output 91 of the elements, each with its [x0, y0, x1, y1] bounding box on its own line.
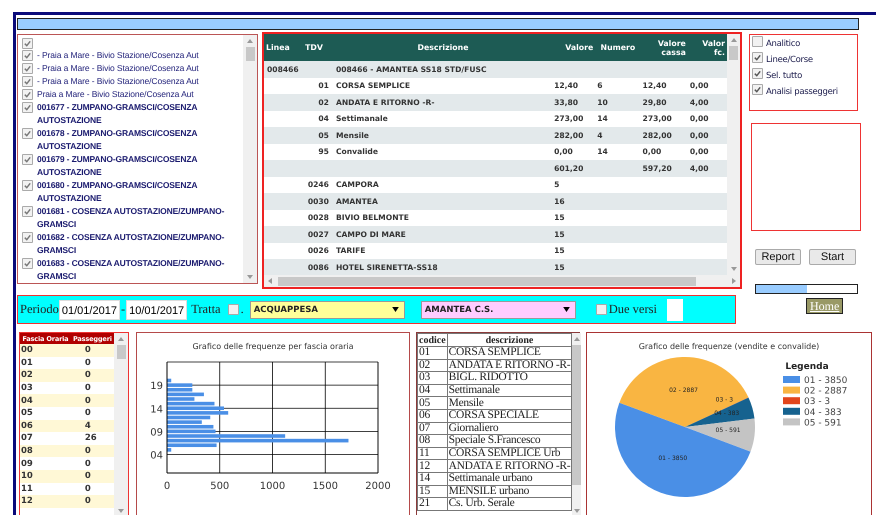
tick-label: 500: [210, 481, 230, 492]
table-cell: Giornaliero: [448, 422, 498, 434]
table-cell: 01: [419, 346, 430, 358]
table-cell: MENSILE urbano: [448, 484, 530, 497]
table-cell: 04: [419, 384, 430, 396]
chart-title: Grafico delle frequenze per fascia oraria: [192, 342, 354, 351]
table-cell: Speciale S.Francesco: [448, 434, 540, 446]
table-cell: 0: [84, 383, 91, 394]
table-cell: 15: [419, 484, 430, 497]
table-cell: 08: [21, 446, 33, 456]
table-cell: 0: [84, 345, 91, 356]
table-cell: 10: [21, 471, 33, 482]
route-label: 001682 - COSENZA AUTOSTAZIONE/ZUMPANO-GRAMSCI: [37, 231, 226, 257]
tick-label: 1500: [312, 481, 338, 492]
table-cell: 05: [21, 408, 33, 418]
table-cell: 00: [21, 345, 33, 356]
legend-title: Legenda: [785, 362, 829, 372]
column-header: descrizione: [447, 334, 572, 346]
tick-label: 1000: [260, 481, 286, 492]
table-cell: 02: [21, 370, 33, 380]
legend-label: 01 - 3850: [804, 376, 848, 386]
table-cell: Cs. Urb. Serale: [448, 497, 514, 510]
table-cell: CORSA SEMPLICE Urb: [448, 447, 560, 460]
tick-label: 04: [150, 450, 163, 462]
table-cell: 11: [419, 447, 430, 460]
table-cell: CORSA SEMPLICE: [448, 346, 541, 358]
table-cell: 0: [84, 370, 91, 380]
route-label: - Praia a Mare - Bivio Stazione/Cosenza Aut: [37, 62, 199, 75]
option-label: Analitico: [766, 39, 800, 49]
option-label: Sel. tutto: [766, 71, 802, 81]
legend-label: 03 - 3: [804, 397, 830, 408]
table-cell: 0: [84, 408, 91, 418]
chart-title: Grafico delle frequenze (vendite e convalide): [638, 342, 820, 351]
tick-label: 14: [150, 404, 163, 416]
table-cell: 12: [21, 496, 33, 506]
table-cell: 0: [84, 471, 91, 482]
table-cell: 12: [419, 460, 430, 472]
separator-text: -: [120, 302, 126, 317]
table-cell: 0: [84, 484, 91, 494]
route-label: 001680 - ZUMPANO-GRAMSCI/COSENZA AUTOSTAZIONE: [37, 179, 198, 205]
tick-label: 0: [164, 481, 170, 492]
table-cell: 07: [21, 433, 33, 444]
table-cell: 14: [419, 472, 430, 484]
dot-text: .: [240, 302, 244, 317]
column-header: codice: [418, 334, 448, 346]
option-label: Linee/Corse: [766, 55, 813, 65]
table-cell: 06: [21, 420, 33, 431]
table-cell: 21: [419, 497, 430, 510]
table-cell: ANDATA E RITORNO -R-: [448, 460, 570, 472]
table-cell: 0: [84, 446, 91, 456]
route-label: - Praia a Mare - Bivio Stazione/Cosenza Aut: [37, 75, 199, 88]
table-cell: 03: [21, 383, 33, 394]
route-label: 001679 - ZUMPANO-GRAMSCI/COSENZA AUTOSTAZIONE: [37, 153, 198, 179]
table-cell: Mensile: [448, 396, 484, 409]
tratta-label: Tratta: [191, 302, 221, 317]
tick-label: 09: [150, 427, 163, 438]
table-cell: 0: [84, 458, 91, 469]
table-cell: 07: [419, 422, 430, 434]
table-cell: 0: [84, 396, 91, 406]
table-cell: ANDATA E RITORNO -R-: [448, 358, 570, 371]
route-label: 001678 - ZUMPANO-GRAMSCI/COSENZA AUTOSTAZIONE: [37, 127, 198, 153]
table-cell: BIGL. RIDOTTO: [448, 371, 528, 384]
due-versi-label: Due versi: [608, 302, 657, 317]
table-cell: 11: [21, 484, 33, 494]
table-cell: 05: [419, 396, 430, 409]
table-cell: 0: [84, 358, 91, 368]
route-label: 001683 - COSENZA AUTOSTAZIONE/ZUMPANO-GRAMSCI: [37, 257, 226, 283]
route-label: 001681 - COSENZA AUTOSTAZIONE/ZUMPANO-GRAMSCI: [37, 205, 226, 231]
table-cell: 0: [84, 496, 91, 506]
table-cell: 01: [21, 358, 33, 368]
tick-label: 2000: [365, 481, 391, 492]
table-cell: 02: [419, 358, 430, 371]
table-cell: 26: [84, 433, 97, 444]
table-cell: CORSA SPECIALE: [448, 409, 539, 422]
legend-label: 05 - 591: [804, 418, 842, 428]
route-label: 001677 - ZUMPANO-GRAMSCI/COSENZA AUTOSTAZIONE: [37, 101, 198, 127]
period-label: Periodo: [20, 302, 59, 317]
option-label: Analisi passeggeri: [766, 87, 838, 97]
table-cell: Settimanale: [448, 384, 500, 396]
route-label: Praia a Mare - Bivio Stazione/Cosenza Aut: [37, 88, 194, 101]
table-cell: 08: [419, 434, 430, 446]
table-cell: 09: [21, 458, 33, 469]
route-label: - Praia a Mare - Bivio Stazione/Cosenza Aut: [37, 49, 199, 62]
table-cell: 03: [419, 371, 430, 384]
legend-label: 04 - 383: [804, 408, 842, 418]
table-cell: 06: [419, 409, 430, 422]
table-cell: 4: [84, 420, 91, 431]
table-cell: Settimanale urbano: [448, 472, 532, 484]
table-cell: 04: [21, 396, 33, 406]
legend-label: 02 - 2887: [804, 386, 848, 397]
tick-label: 19: [150, 381, 163, 392]
